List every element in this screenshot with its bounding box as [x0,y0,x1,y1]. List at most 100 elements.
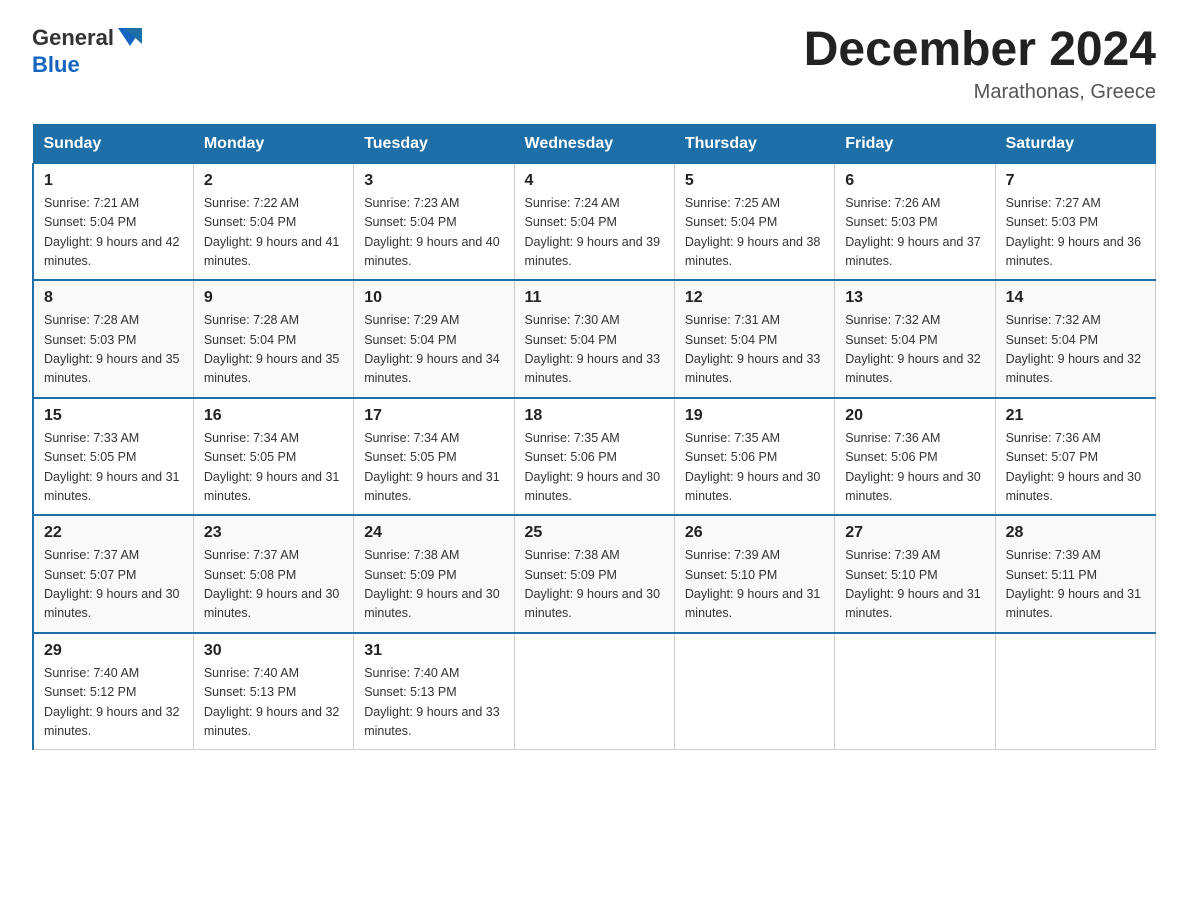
calendar-day-cell: 11 Sunrise: 7:30 AMSunset: 5:04 PMDaylig… [514,280,674,398]
header-monday: Monday [193,124,353,163]
day-info: Sunrise: 7:23 AMSunset: 5:04 PMDaylight:… [364,196,500,268]
day-number: 13 [845,289,984,307]
day-number: 10 [364,289,503,307]
day-number: 24 [364,524,503,542]
logo: General Blue [32,24,144,78]
logo-triangle-icon [116,24,144,52]
header-saturday: Saturday [995,124,1155,163]
calendar-day-cell: 9 Sunrise: 7:28 AMSunset: 5:04 PMDayligh… [193,280,353,398]
calendar-day-cell: 25 Sunrise: 7:38 AMSunset: 5:09 PMDaylig… [514,515,674,633]
day-number: 12 [685,289,824,307]
day-info: Sunrise: 7:36 AMSunset: 5:06 PMDaylight:… [845,431,981,503]
calendar-day-cell [835,633,995,750]
day-number: 2 [204,172,343,190]
calendar-day-cell: 1 Sunrise: 7:21 AMSunset: 5:04 PMDayligh… [33,163,193,280]
day-info: Sunrise: 7:37 AMSunset: 5:08 PMDaylight:… [204,548,340,620]
calendar-table: Sunday Monday Tuesday Wednesday Thursday… [32,124,1156,751]
day-info: Sunrise: 7:28 AMSunset: 5:03 PMDaylight:… [44,313,180,385]
day-info: Sunrise: 7:34 AMSunset: 5:05 PMDaylight:… [364,431,500,503]
day-info: Sunrise: 7:31 AMSunset: 5:04 PMDaylight:… [685,313,821,385]
day-info: Sunrise: 7:28 AMSunset: 5:04 PMDaylight:… [204,313,340,385]
day-info: Sunrise: 7:39 AMSunset: 5:10 PMDaylight:… [845,548,981,620]
header-sunday: Sunday [33,124,193,163]
calendar-week-row: 1 Sunrise: 7:21 AMSunset: 5:04 PMDayligh… [33,163,1156,280]
logo-text-general: General [32,25,114,51]
day-info: Sunrise: 7:40 AMSunset: 5:13 PMDaylight:… [364,666,500,738]
calendar-day-cell: 17 Sunrise: 7:34 AMSunset: 5:05 PMDaylig… [354,398,514,516]
day-info: Sunrise: 7:39 AMSunset: 5:10 PMDaylight:… [685,548,821,620]
day-number: 19 [685,407,824,425]
day-number: 28 [1006,524,1145,542]
calendar-day-cell [995,633,1155,750]
day-number: 15 [44,407,183,425]
day-number: 29 [44,642,183,660]
day-number: 30 [204,642,343,660]
day-info: Sunrise: 7:38 AMSunset: 5:09 PMDaylight:… [525,548,661,620]
calendar-day-cell: 18 Sunrise: 7:35 AMSunset: 5:06 PMDaylig… [514,398,674,516]
day-info: Sunrise: 7:30 AMSunset: 5:04 PMDaylight:… [525,313,661,385]
day-info: Sunrise: 7:40 AMSunset: 5:13 PMDaylight:… [204,666,340,738]
day-info: Sunrise: 7:29 AMSunset: 5:04 PMDaylight:… [364,313,500,385]
day-number: 25 [525,524,664,542]
day-number: 8 [44,289,183,307]
calendar-day-cell: 26 Sunrise: 7:39 AMSunset: 5:10 PMDaylig… [674,515,834,633]
day-number: 7 [1006,172,1145,190]
day-number: 18 [525,407,664,425]
calendar-day-cell: 12 Sunrise: 7:31 AMSunset: 5:04 PMDaylig… [674,280,834,398]
day-number: 22 [44,524,183,542]
calendar-day-cell: 22 Sunrise: 7:37 AMSunset: 5:07 PMDaylig… [33,515,193,633]
calendar-day-cell: 19 Sunrise: 7:35 AMSunset: 5:06 PMDaylig… [674,398,834,516]
day-number: 14 [1006,289,1145,307]
calendar-day-cell: 16 Sunrise: 7:34 AMSunset: 5:05 PMDaylig… [193,398,353,516]
calendar-day-cell: 31 Sunrise: 7:40 AMSunset: 5:13 PMDaylig… [354,633,514,750]
calendar-week-row: 15 Sunrise: 7:33 AMSunset: 5:05 PMDaylig… [33,398,1156,516]
calendar-week-row: 29 Sunrise: 7:40 AMSunset: 5:12 PMDaylig… [33,633,1156,750]
day-info: Sunrise: 7:36 AMSunset: 5:07 PMDaylight:… [1006,431,1142,503]
day-info: Sunrise: 7:38 AMSunset: 5:09 PMDaylight:… [364,548,500,620]
day-info: Sunrise: 7:35 AMSunset: 5:06 PMDaylight:… [685,431,821,503]
calendar-day-cell: 27 Sunrise: 7:39 AMSunset: 5:10 PMDaylig… [835,515,995,633]
calendar-day-cell: 30 Sunrise: 7:40 AMSunset: 5:13 PMDaylig… [193,633,353,750]
day-info: Sunrise: 7:34 AMSunset: 5:05 PMDaylight:… [204,431,340,503]
day-number: 26 [685,524,824,542]
calendar-day-cell: 3 Sunrise: 7:23 AMSunset: 5:04 PMDayligh… [354,163,514,280]
day-number: 5 [685,172,824,190]
day-number: 21 [1006,407,1145,425]
day-number: 31 [364,642,503,660]
calendar-day-cell: 29 Sunrise: 7:40 AMSunset: 5:12 PMDaylig… [33,633,193,750]
weekday-header-row: Sunday Monday Tuesday Wednesday Thursday… [33,124,1156,163]
day-info: Sunrise: 7:26 AMSunset: 5:03 PMDaylight:… [845,196,981,268]
calendar-day-cell: 2 Sunrise: 7:22 AMSunset: 5:04 PMDayligh… [193,163,353,280]
calendar-day-cell: 15 Sunrise: 7:33 AMSunset: 5:05 PMDaylig… [33,398,193,516]
day-info: Sunrise: 7:27 AMSunset: 5:03 PMDaylight:… [1006,196,1142,268]
day-number: 9 [204,289,343,307]
day-number: 27 [845,524,984,542]
calendar-day-cell: 24 Sunrise: 7:38 AMSunset: 5:09 PMDaylig… [354,515,514,633]
day-info: Sunrise: 7:40 AMSunset: 5:12 PMDaylight:… [44,666,180,738]
day-number: 6 [845,172,984,190]
header-friday: Friday [835,124,995,163]
calendar-day-cell: 21 Sunrise: 7:36 AMSunset: 5:07 PMDaylig… [995,398,1155,516]
calendar-day-cell: 14 Sunrise: 7:32 AMSunset: 5:04 PMDaylig… [995,280,1155,398]
calendar-week-row: 22 Sunrise: 7:37 AMSunset: 5:07 PMDaylig… [33,515,1156,633]
calendar-day-cell [514,633,674,750]
day-number: 11 [525,289,664,307]
day-number: 17 [364,407,503,425]
calendar-day-cell: 10 Sunrise: 7:29 AMSunset: 5:04 PMDaylig… [354,280,514,398]
page-header: General Blue December 2024 Marathonas, G… [32,24,1156,104]
header-tuesday: Tuesday [354,124,514,163]
day-info: Sunrise: 7:35 AMSunset: 5:06 PMDaylight:… [525,431,661,503]
logo-text-blue: Blue [32,52,144,78]
day-info: Sunrise: 7:32 AMSunset: 5:04 PMDaylight:… [1006,313,1142,385]
calendar-day-cell: 5 Sunrise: 7:25 AMSunset: 5:04 PMDayligh… [674,163,834,280]
day-number: 16 [204,407,343,425]
day-info: Sunrise: 7:33 AMSunset: 5:05 PMDaylight:… [44,431,180,503]
day-info: Sunrise: 7:32 AMSunset: 5:04 PMDaylight:… [845,313,981,385]
day-number: 20 [845,407,984,425]
day-info: Sunrise: 7:21 AMSunset: 5:04 PMDaylight:… [44,196,180,268]
calendar-day-cell: 23 Sunrise: 7:37 AMSunset: 5:08 PMDaylig… [193,515,353,633]
calendar-week-row: 8 Sunrise: 7:28 AMSunset: 5:03 PMDayligh… [33,280,1156,398]
day-number: 4 [525,172,664,190]
day-info: Sunrise: 7:22 AMSunset: 5:04 PMDaylight:… [204,196,340,268]
calendar-day-cell: 7 Sunrise: 7:27 AMSunset: 5:03 PMDayligh… [995,163,1155,280]
